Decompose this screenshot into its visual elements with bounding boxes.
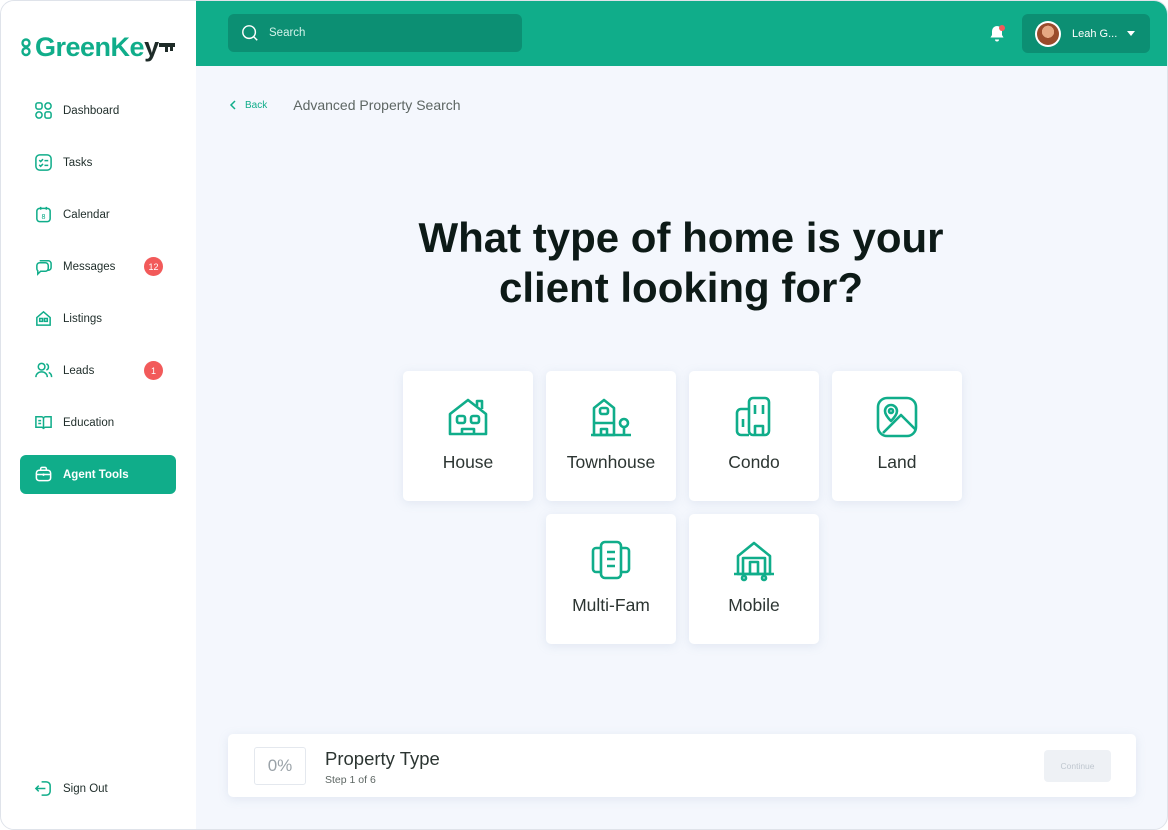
logo-text-green: GreenKe	[35, 31, 145, 62]
multi-family-icon	[591, 540, 631, 580]
option-label: Townhouse	[566, 452, 656, 472]
sign-out-button[interactable]: Sign Out	[34, 779, 108, 798]
messages-count-badge: 12	[144, 257, 163, 276]
option-label: Condo	[728, 452, 780, 472]
app-window: GreenKey Dashboard Tasks 8 Calendar Mess…	[0, 0, 1168, 830]
notification-dot	[999, 25, 1005, 31]
user-menu-button[interactable]: Leah G...	[1022, 14, 1150, 53]
sidebar-item-tasks[interactable]: Tasks	[20, 143, 176, 182]
sidebar-item-calendar[interactable]: 8 Calendar	[20, 195, 176, 234]
logo-text-dark: y	[144, 31, 159, 62]
option-house[interactable]: House	[403, 371, 533, 501]
grid-icon	[35, 102, 52, 119]
sidebar-item-label: Agent Tools	[63, 468, 129, 481]
chevron-down-icon	[1127, 31, 1136, 36]
option-condo[interactable]: Condo	[689, 371, 819, 501]
avatar	[1035, 20, 1061, 47]
user-name: Leah G...	[1072, 27, 1118, 40]
key-tail-icon	[158, 43, 175, 52]
question-heading: What type of home is your client looking…	[418, 214, 944, 311]
avatar-photo	[1037, 22, 1059, 45]
sidebar-item-dashboard[interactable]: Dashboard	[20, 91, 176, 130]
house-icon	[448, 398, 488, 436]
progress-percent: 0%	[254, 747, 306, 785]
sidebar-item-label: Listings	[63, 312, 102, 325]
condo-building-icon	[735, 396, 771, 437]
back-button[interactable]: Back	[229, 100, 267, 111]
sign-out-icon	[34, 781, 51, 796]
book-icon	[35, 416, 52, 430]
search-icon	[242, 25, 258, 41]
svg-text:8: 8	[41, 213, 45, 221]
option-label: House	[442, 452, 494, 472]
key-logo-icon	[21, 38, 31, 57]
continue-button[interactable]: Continue	[1044, 750, 1111, 782]
chat-icon	[36, 260, 52, 276]
townhouse-icon	[591, 398, 631, 437]
sidebar-item-education[interactable]: Education	[20, 403, 176, 442]
sidebar-item-label: Calendar	[63, 208, 110, 221]
option-label: Land	[877, 452, 917, 472]
sidebar-item-listings[interactable]: Listings	[20, 299, 176, 338]
back-label: Back	[245, 99, 268, 111]
logo-text: GreenKey	[35, 32, 159, 63]
sidebar: GreenKey Dashboard Tasks 8 Calendar Mess…	[1, 1, 196, 829]
sidebar-item-label: Leads	[63, 364, 95, 377]
greenkey-logo[interactable]: GreenKey	[19, 29, 175, 65]
notifications-button[interactable]	[987, 23, 1007, 43]
sidebar-item-messages[interactable]: Messages 12	[20, 247, 176, 286]
map-pin-icon	[876, 396, 918, 438]
sign-out-label: Sign Out	[63, 782, 108, 795]
top-bar: Leah G...	[196, 1, 1167, 66]
sidebar-nav: Dashboard Tasks 8 Calendar Messages 12 L…	[20, 91, 176, 507]
option-townhouse[interactable]: Townhouse	[546, 371, 676, 501]
progress-footer: 0% Property Type Step 1 of 6 Continue	[228, 734, 1136, 797]
sidebar-item-label: Tasks	[63, 156, 93, 169]
option-multi-fam[interactable]: Multi-Fam	[546, 514, 676, 644]
mobile-home-icon	[734, 541, 774, 582]
people-icon	[35, 362, 53, 378]
briefcase-icon	[35, 466, 52, 482]
option-label: Mobile	[728, 595, 780, 615]
sidebar-item-leads[interactable]: Leads 1	[20, 351, 176, 390]
search-box[interactable]	[228, 14, 522, 52]
breadcrumb: Back Advanced Property Search	[229, 97, 461, 113]
sidebar-item-agent-tools[interactable]: Agent Tools	[20, 455, 176, 494]
option-land[interactable]: Land	[832, 371, 962, 501]
checklist-icon	[35, 154, 52, 171]
page-title: Advanced Property Search	[293, 97, 461, 113]
sidebar-item-label: Dashboard	[63, 104, 120, 117]
house-icon	[36, 310, 51, 326]
step-counter: Step 1 of 6	[325, 774, 376, 786]
option-label: Multi-Fam	[572, 595, 650, 615]
step-title: Property Type	[325, 748, 440, 769]
sidebar-item-label: Messages	[63, 260, 116, 273]
chevron-left-icon	[229, 100, 236, 110]
calendar-icon: 8	[36, 206, 51, 223]
sidebar-item-label: Education	[63, 416, 115, 429]
search-input[interactable]	[269, 27, 509, 39]
option-mobile[interactable]: Mobile	[689, 514, 819, 644]
leads-count-badge: 1	[144, 361, 163, 380]
